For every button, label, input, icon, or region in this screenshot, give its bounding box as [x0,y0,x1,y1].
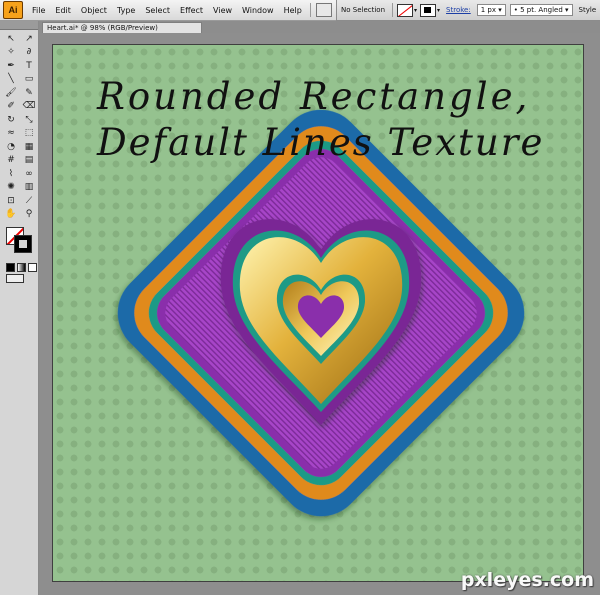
brush-definition-value: 5 pt. Angled [520,6,563,14]
chevron-down-icon[interactable]: ▾ [437,7,440,14]
screen-mode-icon[interactable] [6,274,24,283]
type-tool-icon[interactable]: T [21,59,37,73]
style-label[interactable]: Style [575,6,600,14]
bridge-button-icon[interactable] [315,3,332,17]
slice-tool-icon[interactable]: ⟋ [21,194,37,208]
eraser-tool-icon[interactable]: ⌫ [21,100,37,114]
free-transform-tool-icon[interactable]: ⬚ [21,127,37,141]
stroke-black-icon[interactable] [14,235,32,253]
menu-effect[interactable]: Effect [175,6,208,15]
caption-line-2: Default Lines Texture [97,121,545,165]
blend-tool-icon[interactable]: ∞ [21,167,37,181]
chevron-down-icon[interactable]: ▾ [414,7,417,14]
menu-file[interactable]: File [27,6,50,15]
paintbrush-tool-icon[interactable]: 🖌 [3,86,19,100]
mesh-tool-icon[interactable]: # [3,154,19,168]
perspective-grid-tool-icon[interactable]: ▦ [21,140,37,154]
fill-stroke-widget[interactable] [6,227,38,261]
stroke-label-link[interactable]: Stroke: [442,6,475,14]
warp-tool-icon[interactable]: ≈ [3,127,19,141]
caption-line-1: Rounded Rectangle, [97,75,531,118]
blob-brush-tool-icon[interactable]: ✐ [3,100,19,114]
selection-status: No Selection [341,6,386,14]
menu-view[interactable]: View [208,6,237,15]
document-tab[interactable]: Heart.ai* @ 98% (RGB/Preview) [42,22,202,33]
menu-type[interactable]: Type [112,6,140,15]
canvas-caption: Rounded Rectangle, Default Lines Texture [97,74,545,167]
symbol-sprayer-tool-icon[interactable]: ✺ [3,181,19,195]
rectangle-tool-icon[interactable]: ▭ [21,73,37,87]
rotate-tool-icon[interactable]: ↻ [3,113,19,127]
stroke-weight-value: 1 px [480,6,496,14]
lasso-tool-icon[interactable]: ∂ [21,46,37,60]
tool-grid: ↖ ↗ ✧ ∂ ✒ T ╲ ▭ 🖌 ✎ ✐ ⌫ ↻ ⤡ ≈ ⬚ ◔ ▦ # ▤ ⌇ ∞ ✺ ▥ ⊡ ⟋ ✋ ⚲ [0,30,38,223]
menu-window[interactable]: Window [237,6,279,15]
scale-tool-icon[interactable]: ⤡ [21,113,37,127]
stroke-swatch-icon[interactable] [420,3,437,17]
screen-mode-row [6,274,38,283]
gradient-mode-icon[interactable] [17,263,26,272]
shape-builder-tool-icon[interactable]: ◔ [3,140,19,154]
direct-selection-tool-icon[interactable]: ↗ [21,32,37,46]
artboard-tool-icon[interactable]: ⊡ [3,194,19,208]
chevron-down-icon: ▾ [565,6,569,14]
selection-tool-icon[interactable]: ↖ [3,32,19,46]
menu-select[interactable]: Select [140,6,175,15]
column-graph-tool-icon[interactable]: ▥ [21,181,37,195]
menu-divider [309,3,311,17]
tools-panel: ↖ ↗ ✧ ∂ ✒ T ╲ ▭ 🖌 ✎ ✐ ⌫ ↻ ⤡ ≈ ⬚ ◔ ▦ # ▤ ⌇ ∞ ✺ ▥ ⊡ ⟋ ✋ ⚲ [0,21,39,595]
pencil-tool-icon[interactable]: ✎ [21,86,37,100]
color-mode-row [6,263,38,272]
gradient-tool-icon[interactable]: ▤ [21,154,37,168]
watermark: pxleyes.com [460,569,594,591]
menu-object[interactable]: Object [76,6,112,15]
line-tool-icon[interactable]: ╲ [3,73,19,87]
stroke-weight-field[interactable]: 1 px ▾ [476,4,506,16]
illustrator-logo-icon: Ai [3,1,23,19]
pen-tool-icon[interactable]: ✒ [3,59,19,73]
control-divider [392,3,394,17]
none-mode-icon[interactable] [28,263,37,272]
magic-wand-tool-icon[interactable]: ✧ [3,46,19,60]
menu-edit[interactable]: Edit [50,6,76,15]
control-bar: No Selection ▾ ▾ Stroke: 1 px ▾ • 5 pt. … [336,0,600,21]
brush-dot-icon: • [513,6,518,14]
chevron-down-icon: ▾ [498,6,502,14]
hand-tool-icon[interactable]: ✋ [3,208,19,222]
menu-help[interactable]: Help [279,6,307,15]
zoom-tool-icon[interactable]: ⚲ [21,208,37,222]
fill-none-swatch-icon[interactable] [397,3,414,17]
color-mode-icon[interactable] [6,263,15,272]
brush-definition-field[interactable]: • 5 pt. Angled ▾ [509,4,573,16]
tools-panel-header[interactable] [0,21,38,30]
eyedropper-tool-icon[interactable]: ⌇ [3,167,19,181]
